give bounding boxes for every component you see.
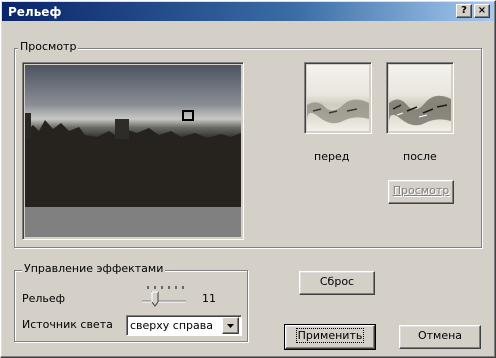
apply-button-label: Применить (295, 328, 365, 343)
preview-selection-marker[interactable] (182, 110, 194, 121)
window-title: Рельеф (8, 5, 62, 19)
before-label: перед (314, 150, 350, 163)
preview-group-label: Просмотр (18, 40, 79, 53)
before-thumbnail-frame (304, 62, 372, 134)
before-thumbnail (307, 65, 369, 131)
relief-slider-graphic (142, 286, 186, 307)
title-bar[interactable]: Рельеф (2, 2, 494, 21)
apply-button[interactable]: Применить (284, 324, 376, 350)
relief-slider[interactable] (138, 284, 190, 308)
reset-button[interactable]: Сброс (299, 271, 375, 295)
after-label: после (403, 150, 437, 163)
preview-button-label: Просмотр (392, 184, 450, 197)
cancel-button[interactable]: Отмена (399, 325, 481, 349)
relief-label-text: Рельеф (22, 292, 66, 305)
relief-label: Рельеф (22, 292, 65, 305)
effects-group-label: Управление эффектами (22, 262, 166, 275)
dropdown-arrow-button[interactable] (222, 317, 239, 334)
close-button[interactable]: × (474, 4, 490, 18)
after-texture (389, 95, 451, 126)
preview-photo[interactable] (25, 65, 241, 207)
help-button[interactable]: ? (456, 4, 472, 18)
after-thumbnail-frame (386, 62, 454, 134)
light-source-value: сверху справа (130, 319, 213, 332)
light-source-dropdown[interactable]: сверху справа (126, 315, 242, 336)
light-source-label: Источник света (22, 318, 113, 331)
before-texture (307, 99, 369, 124)
preview-photo-empty-area (25, 207, 241, 237)
preview-button[interactable]: Просмотр (388, 180, 454, 204)
relief-value: 11 (202, 292, 216, 305)
chevron-down-icon (227, 324, 234, 328)
after-thumbnail (389, 65, 451, 131)
landscape-silhouette (25, 113, 241, 207)
